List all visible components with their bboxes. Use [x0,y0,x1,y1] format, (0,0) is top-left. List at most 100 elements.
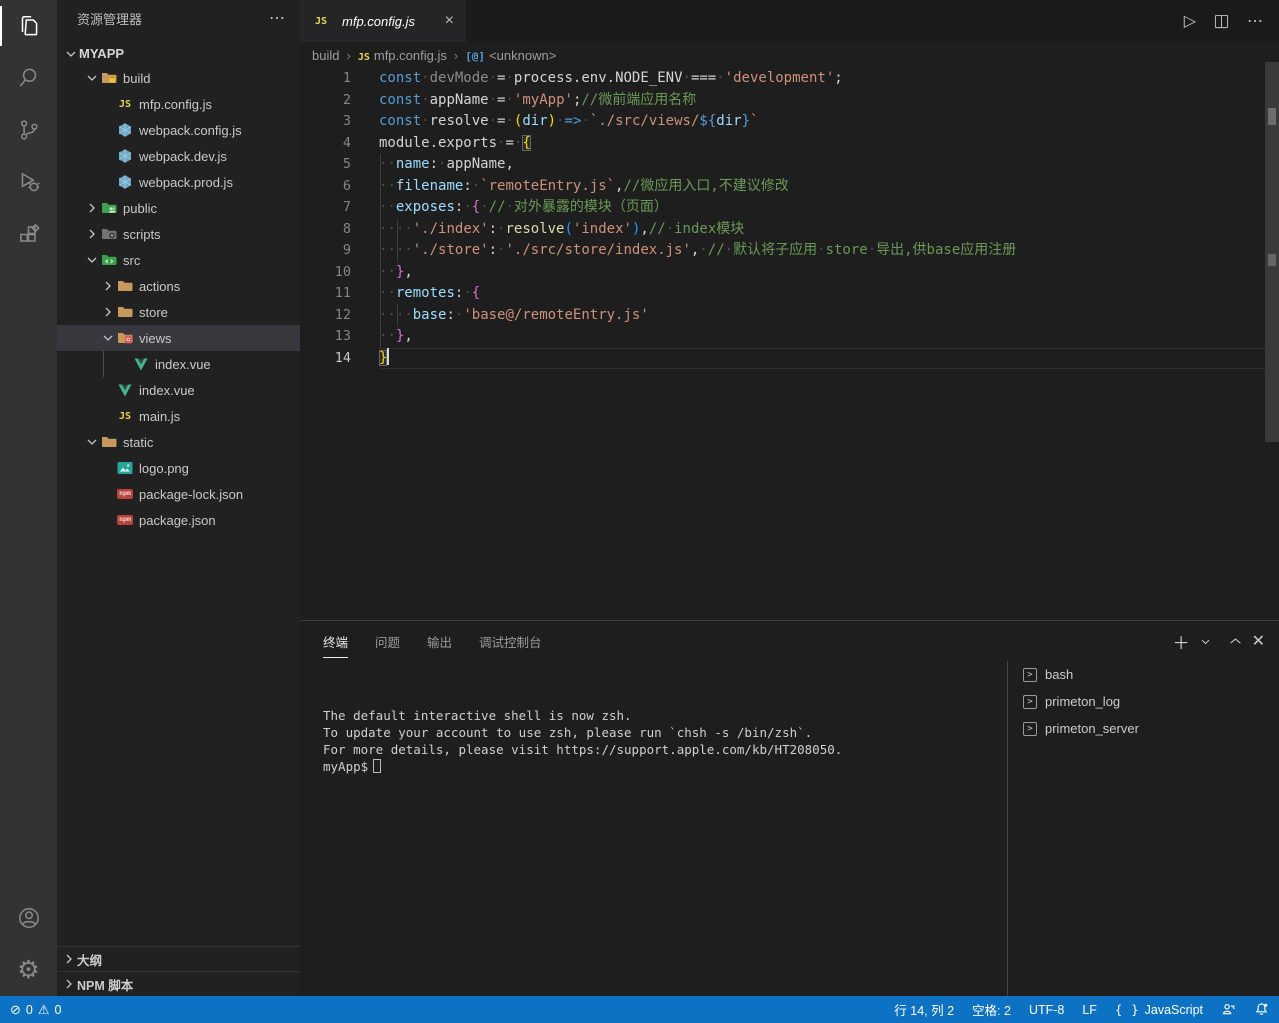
code-line-8[interactable]: 8····'./index':·resolve('index'),//·inde… [300,219,1265,241]
feedback-icon[interactable] [1215,1002,1242,1017]
more-actions-icon[interactable]: ⋯ [1247,11,1263,31]
tree-item-views[interactable]: views [57,325,300,351]
tree-item-label: mfp.config.js [139,97,212,112]
chevron-down-icon[interactable] [100,330,116,346]
tree-item-logo-png[interactable]: logo.png [57,455,300,481]
code-line-2[interactable]: 2const·appName·=·'myApp';//微前端应用名称 [300,90,1265,112]
account-icon[interactable] [0,892,57,944]
chevron-right-icon[interactable] [100,304,116,320]
chevron-spacer [100,148,116,164]
chevron-down-icon[interactable] [84,252,100,268]
tab-mfp-config[interactable]: JS mfp.config.js × [300,0,466,42]
tree-item-main-js[interactable]: JSmain.js [57,403,300,429]
breadcrumb-item[interactable]: [@]<unknown> [465,48,556,63]
tree-item-public[interactable]: public [57,195,300,221]
panel-tab-调试控制台[interactable]: 调试控制台 [479,626,542,656]
new-terminal-icon[interactable]: ＋ [1173,629,1190,654]
tree-item-scripts[interactable]: scripts [57,221,300,247]
line-content: const·devMode·=·process.env.NODE_ENV·===… [379,68,1265,90]
settings-gear-icon[interactable]: ⚙ [0,944,57,996]
sidebar-section-大纲[interactable]: 大纲 [57,946,300,971]
terminal-output[interactable]: The default interactive shell is now zsh… [323,707,989,775]
code-line-7[interactable]: 7··exposes:·{·//·对外暴露的模块（页面） [300,197,1265,219]
chevron-down-icon[interactable] [84,434,100,450]
code-line-3[interactable]: 3const·resolve·=·(dir)·=>·`./src/views/$… [300,111,1265,133]
bottom-panel: 终端问题输出调试控制台 ＋ ✕ The default interactive … [300,620,1279,996]
tree-item-webpack-dev-js[interactable]: webpack.dev.js [57,143,300,169]
notifications-bell-icon[interactable] [1248,1002,1269,1017]
tree-item-webpack-config-js[interactable]: webpack.config.js [57,117,300,143]
terminal-instance-bash[interactable]: >bash [1008,661,1279,688]
terminal-instance-primeton_log[interactable]: >primeton_log [1008,688,1279,715]
tree-item-label: package.json [139,513,216,528]
maximize-panel-icon[interactable] [1229,635,1242,648]
chevron-down-icon[interactable] [84,70,100,86]
tree-item-package-lock-json[interactable]: npmpackage-lock.json [57,481,300,507]
code-line-1[interactable]: 1const·devMode·=·process.env.NODE_ENV·==… [300,68,1265,90]
search-icon[interactable] [0,52,57,104]
eol-sequence[interactable]: LF [1076,1003,1103,1017]
chevron-right-icon[interactable] [100,278,116,294]
sidebar-more-actions-icon[interactable]: ⋯ [269,8,286,28]
panel-tab-输出[interactable]: 输出 [427,626,452,656]
sidebar-section-NPM 脚本[interactable]: NPM 脚本 [57,971,300,996]
editor-actions: ▷ ⋯ [1184,0,1279,42]
source-control-icon[interactable] [0,104,57,156]
cursor-position[interactable]: 行 14, 列 2 [888,1000,960,1019]
tree-item-static[interactable]: static [57,429,300,455]
close-panel-icon[interactable]: ✕ [1252,631,1265,651]
encoding[interactable]: UTF-8 [1023,1003,1070,1017]
explorer-icon[interactable] [0,0,57,52]
tab-close-icon[interactable]: × [445,12,454,30]
indent-guide [380,219,381,241]
problems-status[interactable]: ⊘ 0 ⚠ 0 [10,996,67,1023]
code-editor[interactable]: 1const·devMode·=·process.env.NODE_ENV·==… [300,68,1265,369]
extensions-icon[interactable] [0,208,57,260]
panel-actions: ＋ ✕ [1173,629,1265,654]
code-line-4[interactable]: 4module.exports·=·{ [300,133,1265,155]
code-line-13[interactable]: 13··}, [300,326,1265,348]
tree-item-package-json[interactable]: npmpackage.json [57,507,300,533]
line-content: module.exports·=·{ [379,133,1265,155]
tree-item-mfp-config-js[interactable]: JSmfp.config.js [57,91,300,117]
run-file-icon[interactable]: ▷ [1184,11,1196,31]
breadcrumb-item[interactable]: build [312,48,339,63]
language-mode[interactable]: { } JavaScript [1109,1003,1209,1017]
tree-root-myapp[interactable]: MYAPP [57,42,300,65]
tree-item-index-vue[interactable]: index.vue [57,377,300,403]
code-line-6[interactable]: 6··filename:·`remoteEntry.js`,//微应用入口,不建… [300,176,1265,198]
code-line-11[interactable]: 11··remotes:·{ [300,283,1265,305]
chevron-right-icon[interactable] [84,200,100,216]
errors-icon: ⊘ [10,1002,21,1018]
panel-tab-终端[interactable]: 终端 [323,626,348,656]
breadcrumb-item[interactable]: JSmfp.config.js [358,48,447,63]
editor-scrollbar[interactable] [1265,62,1279,442]
code-line-10[interactable]: 10··}, [300,262,1265,284]
tree-item-src[interactable]: src [57,247,300,273]
code-line-5[interactable]: 5··name:·appName, [300,154,1265,176]
indentation[interactable]: 空格: 2 [966,1000,1017,1019]
overview-ruler-mark [1268,254,1276,266]
terminal-dropdown-icon[interactable] [1200,636,1211,647]
terminal-line: The default interactive shell is now zsh… [323,707,989,724]
indent-guide [380,154,381,176]
tree-item-actions[interactable]: actions [57,273,300,299]
chevron-spacer [100,460,116,476]
js-icon: JS [358,48,370,63]
tree-item-webpack-prod-js[interactable]: webpack.prod.js [57,169,300,195]
tree-item-store[interactable]: store [57,299,300,325]
tree-item-index-vue[interactable]: index.vue [57,351,300,377]
terminal-cursor [373,759,381,773]
tree-item-label: logo.png [139,461,189,476]
code-line-9[interactable]: 9····'./store':·'./src/store/index.js',·… [300,240,1265,262]
indent-guide [380,240,381,262]
terminal-instance-primeton_server[interactable]: >primeton_server [1008,715,1279,742]
run-debug-icon[interactable] [0,156,57,208]
panel-tab-问题[interactable]: 问题 [375,626,400,656]
tree-item-build[interactable]: build [57,65,300,91]
code-line-12[interactable]: 12····base:·'base@/remoteEntry.js' [300,305,1265,327]
code-line-14[interactable]: 14} [300,348,1265,370]
chevron-right-icon[interactable] [84,226,100,242]
split-editor-icon[interactable] [1214,14,1229,29]
sidebar-sections: 大纲NPM 脚本 [57,946,300,996]
